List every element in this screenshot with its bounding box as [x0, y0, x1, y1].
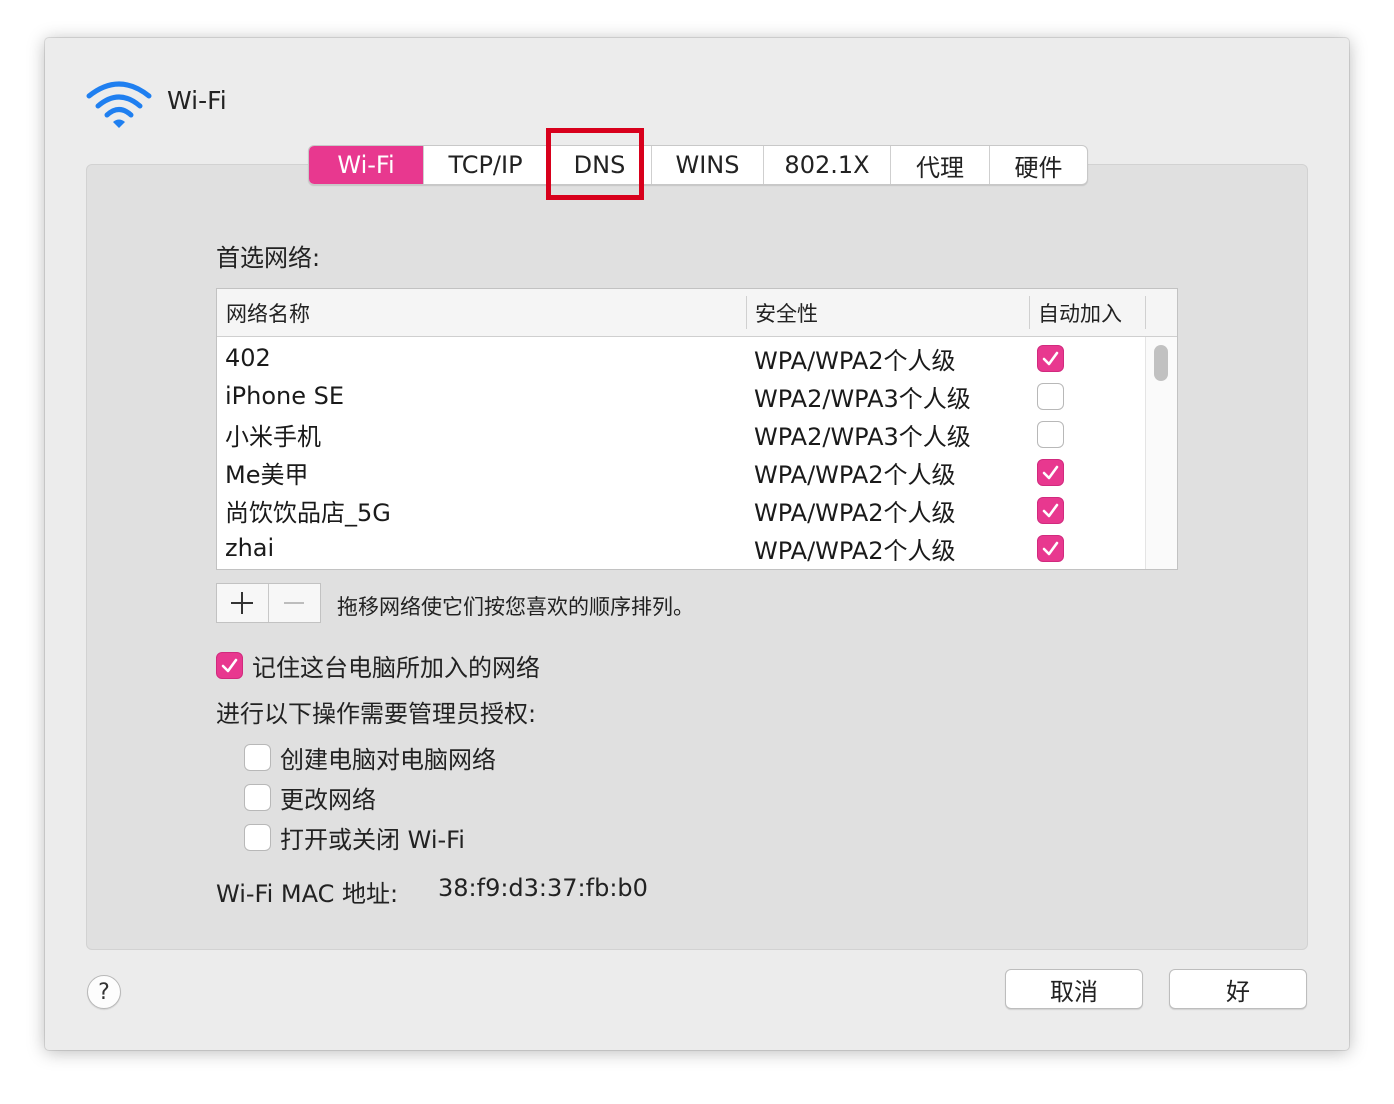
tab-bar: Wi-Fi TCP/IP DNS WINS 802.1X 代理 硬件: [308, 145, 1088, 185]
add-remove-control: [216, 583, 321, 623]
network-security: WPA/WPA2个人级: [754, 346, 956, 375]
window-title: Wi-Fi: [167, 86, 227, 115]
minus-icon: [284, 602, 305, 604]
network-name: 尚饮饮品店_5G: [225, 498, 391, 527]
network-security: WPA2/WPA3个人级: [754, 422, 971, 451]
tab-proxy[interactable]: 代理: [890, 146, 989, 184]
help-button[interactable]: ?: [87, 975, 121, 1009]
network-security: WPA/WPA2个人级: [754, 498, 956, 527]
auto-join-checkbox[interactable]: [1037, 382, 1064, 410]
table-header: 网络名称 安全性 自动加入: [217, 289, 1177, 337]
tab-wins[interactable]: WINS: [651, 146, 763, 184]
preferred-networks-label: 首选网络:: [216, 244, 321, 272]
checkmark-icon: [1042, 503, 1059, 517]
network-security: WPA/WPA2个人级: [754, 536, 956, 565]
change-networks-checkbox[interactable]: [244, 784, 271, 811]
network-advanced-dialog: Wi-Fi Wi-Fi TCP/IP DNS WINS 802.1X 代理 硬件…: [45, 38, 1349, 1050]
create-computer-network-label: 创建电脑对电脑网络: [280, 746, 496, 774]
wifi-icon: [86, 81, 152, 128]
checkmark-icon: [221, 658, 238, 673]
tab-hardware[interactable]: 硬件: [989, 146, 1087, 184]
plus-icon: [231, 592, 254, 614]
network-name: zhai: [225, 534, 275, 562]
change-networks-label: 更改网络: [280, 786, 376, 814]
remember-networks-checkbox[interactable]: [216, 652, 243, 679]
auto-join-checkbox[interactable]: [1037, 420, 1064, 448]
network-name: 小米手机: [225, 422, 321, 451]
mac-address-value: 38:f9:d3:37:fb:b0: [438, 874, 648, 902]
ok-button[interactable]: 好: [1169, 969, 1307, 1009]
scrollbar-thumb[interactable]: [1154, 345, 1168, 381]
admin-auth-label: 进行以下操作需要管理员授权:: [216, 700, 537, 728]
change-networks-option[interactable]: 更改网络: [244, 780, 376, 815]
remove-network-button[interactable]: [269, 584, 321, 622]
column-divider: [1145, 296, 1146, 329]
toggle-wifi-label: 打开或关闭 Wi-Fi: [280, 826, 465, 854]
preferred-networks-table: 网络名称 安全性 自动加入 402 WPA/WPA2个人级 iPhone SE …: [216, 288, 1178, 570]
checkmark-icon: [1042, 351, 1059, 365]
auto-join-checkbox[interactable]: [1037, 458, 1064, 486]
column-header-security[interactable]: 安全性: [746, 289, 1029, 336]
toggle-wifi-option[interactable]: 打开或关闭 Wi-Fi: [244, 820, 465, 855]
tab-wifi[interactable]: Wi-Fi: [309, 146, 423, 184]
network-name: Me美甲: [225, 460, 309, 489]
network-name: iPhone SE: [225, 382, 345, 410]
create-computer-network-option[interactable]: 创建电脑对电脑网络: [244, 740, 496, 775]
table-row[interactable]: zhai WPA/WPA2个人级: [217, 529, 1145, 567]
cancel-button[interactable]: 取消: [1005, 969, 1143, 1009]
column-header-network-name[interactable]: 网络名称: [217, 289, 746, 336]
table-row[interactable]: 尚饮饮品店_5G WPA/WPA2个人级: [217, 491, 1145, 529]
network-security: WPA/WPA2个人级: [754, 460, 956, 489]
table-row[interactable]: 小米手机 WPA2/WPA3个人级: [217, 415, 1145, 453]
auto-join-checkbox[interactable]: [1037, 496, 1064, 524]
add-network-button[interactable]: [217, 584, 269, 622]
column-header-auto-join[interactable]: 自动加入: [1029, 289, 1145, 336]
auto-join-checkbox[interactable]: [1037, 344, 1064, 372]
network-security: WPA2/WPA3个人级: [754, 384, 971, 413]
checkmark-icon: [1042, 541, 1059, 555]
remember-networks-option[interactable]: 记住这台电脑所加入的网络: [216, 648, 540, 683]
table-row[interactable]: 402 WPA/WPA2个人级: [217, 339, 1145, 377]
auto-join-checkbox[interactable]: [1037, 534, 1064, 562]
tab-tcpip[interactable]: TCP/IP: [423, 146, 547, 184]
toggle-wifi-checkbox[interactable]: [244, 824, 271, 851]
create-computer-network-checkbox[interactable]: [244, 744, 271, 771]
tab-8021x[interactable]: 802.1X: [763, 146, 890, 184]
table-row[interactable]: iPhone SE WPA2/WPA3个人级: [217, 377, 1145, 415]
tab-dns[interactable]: DNS: [547, 146, 651, 184]
reorder-hint: 拖移网络使它们按您喜欢的顺序排列。: [337, 595, 694, 619]
network-name: 402: [225, 344, 271, 372]
checkmark-icon: [1042, 465, 1059, 479]
table-row[interactable]: Me美甲 WPA/WPA2个人级: [217, 453, 1145, 491]
remember-networks-label: 记住这台电脑所加入的网络: [252, 654, 540, 682]
mac-address-label: Wi-Fi MAC 地址:: [216, 880, 399, 908]
